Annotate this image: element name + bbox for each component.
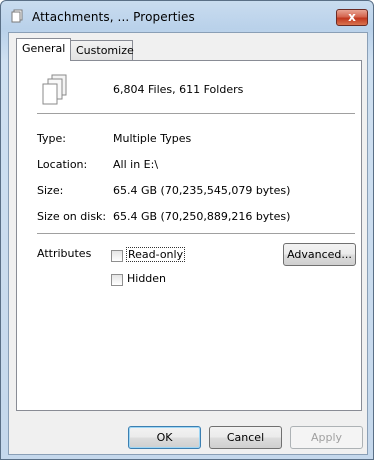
- multiple-files-icon: [40, 74, 70, 108]
- folder-properties-icon: [10, 9, 24, 23]
- separator-bottom: [37, 233, 355, 235]
- tab-customize-label: Customize: [76, 44, 134, 57]
- properties-window: Attachments, ... Properties x General Cu…: [0, 0, 374, 460]
- window-title: Attachments, ... Properties: [32, 10, 195, 24]
- tab-customize[interactable]: Customize: [70, 40, 134, 61]
- size-label: Size:: [37, 184, 64, 197]
- close-icon: x: [348, 10, 356, 24]
- attributes-label: Attributes: [37, 247, 92, 260]
- contents-summary: 6,804 Files, 611 Folders: [113, 83, 244, 96]
- tab-general-label: General: [22, 42, 66, 55]
- ok-button[interactable]: OK: [128, 426, 201, 449]
- location-value: All in E:\: [113, 158, 159, 171]
- apply-button-label: Apply: [310, 431, 343, 444]
- hidden-checkbox[interactable]: [111, 274, 123, 286]
- size-value: 65.4 GB (70,235,545,079 bytes): [113, 184, 291, 197]
- size-on-disk-label: Size on disk:: [37, 210, 107, 223]
- location-label: Location:: [37, 158, 88, 171]
- dialog-body: General Customize 6,804 Files, 611 Folde…: [8, 32, 368, 455]
- ok-button-label: OK: [156, 431, 173, 444]
- cancel-button[interactable]: Cancel: [209, 426, 282, 449]
- advanced-button[interactable]: Advanced...: [283, 243, 356, 266]
- title-bar[interactable]: Attachments, ... Properties x: [1, 1, 375, 31]
- readonly-checkbox[interactable]: [111, 250, 123, 262]
- close-button[interactable]: x: [336, 9, 368, 26]
- apply-button[interactable]: Apply: [290, 426, 363, 449]
- type-value: Multiple Types: [113, 132, 192, 145]
- readonly-label[interactable]: Read-only: [125, 247, 186, 262]
- cancel-button-label: Cancel: [226, 431, 265, 444]
- tab-general[interactable]: General: [16, 38, 71, 61]
- hidden-label[interactable]: Hidden: [127, 272, 166, 285]
- type-label: Type:: [37, 132, 66, 145]
- size-on-disk-value: 65.4 GB (70,250,889,216 bytes): [113, 210, 291, 223]
- general-panel: 6,804 Files, 611 Folders Type: Multiple …: [16, 60, 362, 411]
- advanced-button-label: Advanced...: [287, 248, 352, 261]
- separator-top: [37, 113, 355, 115]
